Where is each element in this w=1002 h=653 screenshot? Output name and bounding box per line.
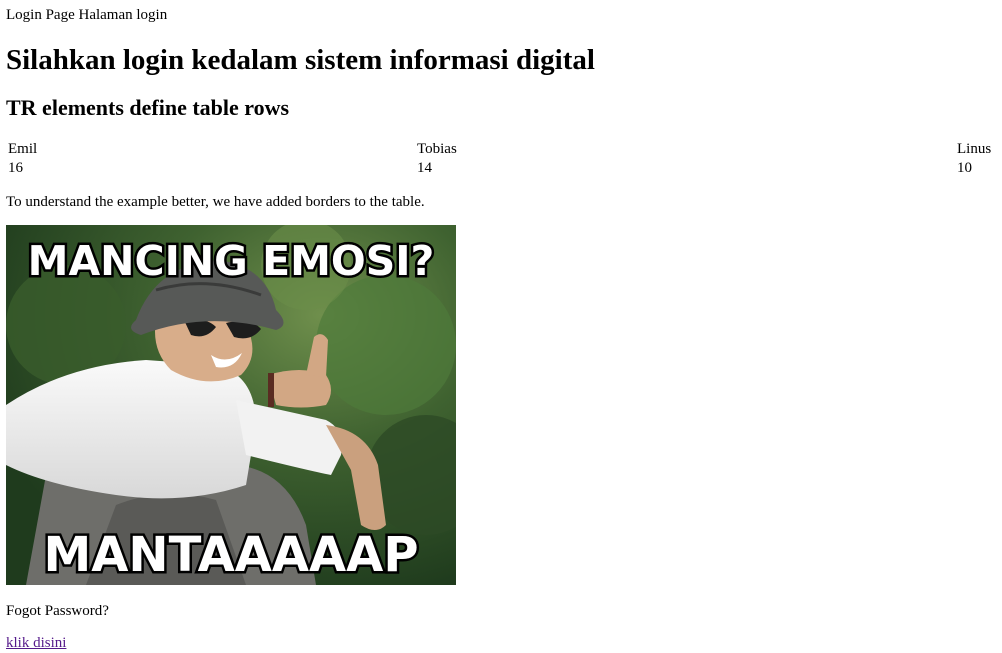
table-cell: Linus xyxy=(957,141,992,157)
click-here-link[interactable]: klik disini xyxy=(6,634,66,652)
meme-image: MANCING EMOSI? MANTAAAAAP xyxy=(6,225,456,585)
table-note: To understand the example better, we hav… xyxy=(6,194,425,210)
names-table: Emil Tobias Linus 16 14 10 xyxy=(6,140,996,178)
meme-top-text: MANCING EMOSI? xyxy=(28,237,435,285)
table-cell: 10 xyxy=(957,160,972,176)
table-cell: Tobias xyxy=(417,141,457,157)
intro-text: Login Page Halaman login xyxy=(6,7,168,23)
section-heading: TR elements define table rows xyxy=(6,95,290,120)
table-cell: Emil xyxy=(8,141,38,157)
table-cell: 14 xyxy=(417,160,432,176)
table-row: Emil Tobias Linus xyxy=(6,140,996,159)
forgot-password-text: Fogot Password? xyxy=(6,603,109,619)
table-row: 16 14 10 xyxy=(6,159,996,178)
page-title: Silahkan login kedalam sistem informasi … xyxy=(6,44,595,76)
meme-bottom-text: MANTAAAAAP xyxy=(43,527,418,583)
table-cell: 16 xyxy=(8,160,23,176)
